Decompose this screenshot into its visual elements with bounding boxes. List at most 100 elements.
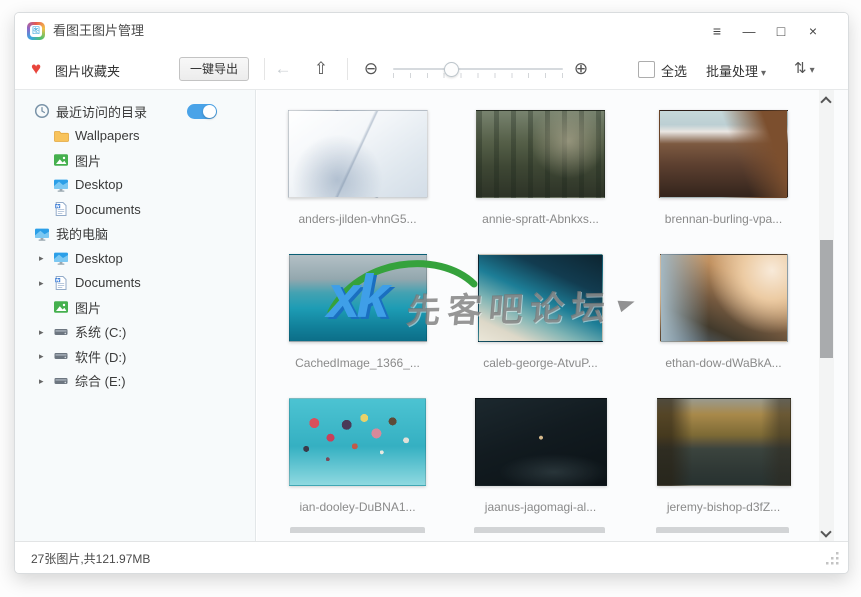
expand-arrow-icon[interactable]: ▸ [39,349,53,363]
favorites-label: 图片收藏夹 [55,64,121,79]
recent-dirs-toggle[interactable] [187,104,217,119]
sidebar-section-recent[interactable]: 最近访问的目录 [15,99,255,124]
resize-grip[interactable] [825,551,840,566]
gallery-area: anders-jilden-vhnG5... annie-spratt-Abnk… [257,90,848,542]
document-icon [53,201,69,217]
slider-ticks [393,73,563,78]
chevron-down-icon: ▾ [761,68,767,79]
window-title: 看图王图片管理 [53,23,145,38]
image-icon [53,152,69,168]
document-icon [53,275,69,291]
filename-label: caleb-george-AtvuP... [483,355,598,370]
filename-label: ian-dooley-DuBNA1... [299,499,416,514]
back-icon[interactable]: ← [273,58,293,80]
gallery-cell: jeremy-bishop-d3fZ... [632,383,815,527]
thumbnail-image[interactable] [659,110,788,198]
toolbar-separator [347,58,348,80]
select-all-label[interactable]: 全选 [661,61,687,80]
gallery-cell: caleb-george-AtvuP... [449,239,632,383]
scrollbar-thumb[interactable] [820,240,833,358]
batch-process-button[interactable]: 批量处理 ▾ [706,61,766,80]
partial-thumbnail[interactable] [474,527,605,533]
expand-arrow-icon[interactable]: ▸ [39,251,53,265]
up-directory-icon[interactable]: ⇧ [311,58,331,80]
thumbnail-size-slider[interactable] [393,49,563,89]
filename-label: brennan-burling-vpa... [664,211,783,226]
body-area: 最近访问的目录 Wallpapers 图片 Desktop Documents … [15,90,848,542]
computer-icon [34,226,50,242]
sidebar-item-documents[interactable]: Documents [15,197,255,222]
sidebar-item-drive-d[interactable]: ▸ 软件 (D:) [15,344,255,369]
drive-icon [53,373,69,389]
thumbnail-image[interactable] [659,254,788,342]
thumbnail-image[interactable] [289,398,426,486]
thumbnail-image[interactable] [287,110,428,198]
sort-icon: ⇅ [794,60,807,77]
thumbnail-image[interactable] [656,398,791,486]
chevron-down-icon: ▾ [809,65,815,76]
gallery-cell: ethan-dow-dWaBkA... [632,239,815,383]
drive-icon [53,324,69,340]
maximize-button[interactable]: □ [772,23,790,39]
statusbar: 27张图片,共121.97MB [15,541,848,573]
gallery-cell: ian-dooley-DuBNA1... [266,383,449,527]
filename-label: CachedImage_1366_... [295,355,420,370]
toolbar: ♥ 图片收藏夹 一键导出 ← ⇧ ⊖ ⊕ 全选 批量处理 ▾ ⇅ ▾ [15,49,848,90]
heart-icon: ♥ [31,59,42,78]
partial-thumbnail[interactable] [656,527,789,533]
sidebar-section-label: 我的电脑 [56,227,109,243]
filename-label: jeremy-bishop-d3fZ... [666,499,781,514]
gallery-cell: CachedImage_1366_... [266,239,449,383]
status-text: 27张图片,共121.97MB [31,552,151,566]
sidebar-item-pictures-2[interactable]: 图片 [15,295,255,320]
image-icon [53,299,69,315]
sidebar-section-my-computer[interactable]: 我的电脑 [15,222,255,247]
export-button[interactable]: 一键导出 [179,57,250,81]
partial-row [266,527,815,533]
select-all-checkbox[interactable] [638,61,655,78]
thumbnail-image[interactable] [478,254,603,342]
sidebar-section-label: 最近访问的目录 [56,104,148,120]
expand-arrow-icon[interactable]: ▸ [39,276,53,290]
sort-button[interactable]: ⇅ ▾ [794,59,815,77]
sidebar-item-wallpapers[interactable]: Wallpapers [15,124,255,149]
thumbnail-grid: anders-jilden-vhnG5... annie-spratt-Abnk… [266,95,815,527]
thumbnail-image[interactable] [476,110,605,198]
sidebar-item-drive-e[interactable]: ▸ 综合 (E:) [15,369,255,394]
minimize-button[interactable]: — [740,24,758,39]
monitor-icon [53,177,69,193]
scroll-down-icon[interactable] [820,526,832,538]
sidebar-item-drive-c[interactable]: ▸ 系统 (C:) [15,320,255,345]
slider-thumb[interactable] [443,62,459,77]
titlebar[interactable]: 图 看图王图片管理 ≡ — □ × [15,13,848,49]
app-logo-icon: 图 [27,22,45,40]
expand-arrow-icon[interactable]: ▸ [39,374,53,388]
partial-thumbnail[interactable] [290,527,425,533]
gallery-cell: annie-spratt-Abnkxs... [449,95,632,239]
vertical-scrollbar[interactable] [819,90,834,542]
slider-track[interactable] [393,68,563,70]
close-button[interactable]: × [804,23,822,39]
sidebar-item-desktop[interactable]: Desktop [15,173,255,198]
sidebar-item-desktop-2[interactable]: ▸ Desktop [15,246,255,271]
sidebar-item-label: Documents [75,275,141,291]
sidebar-item-label: Documents [75,201,141,217]
monitor-icon [53,250,69,266]
scroll-up-icon[interactable] [820,96,832,108]
zoom-out-icon[interactable]: ⊖ [361,58,381,80]
sidebar-item-documents-2[interactable]: ▸ Documents [15,271,255,296]
zoom-in-icon[interactable]: ⊕ [571,58,591,80]
thumbnail-image[interactable] [474,398,607,486]
expand-arrow-icon[interactable]: ▸ [39,325,53,339]
menu-icon[interactable]: ≡ [708,23,726,39]
folder-icon [53,128,69,144]
sidebar-item-label: Wallpapers [75,128,140,144]
toolbar-separator [264,58,265,80]
sidebar-item-pictures[interactable]: 图片 [15,148,255,173]
thumbnail-image[interactable] [288,254,427,342]
gallery-cell: anders-jilden-vhnG5... [266,95,449,239]
gallery-cell: jaanus-jagomagi-al... [449,383,632,527]
sidebar-item-label: 软件 (D:) [75,349,127,365]
filename-label: jaanus-jagomagi-al... [484,499,597,514]
sidebar-item-label: 图片 [75,153,102,169]
